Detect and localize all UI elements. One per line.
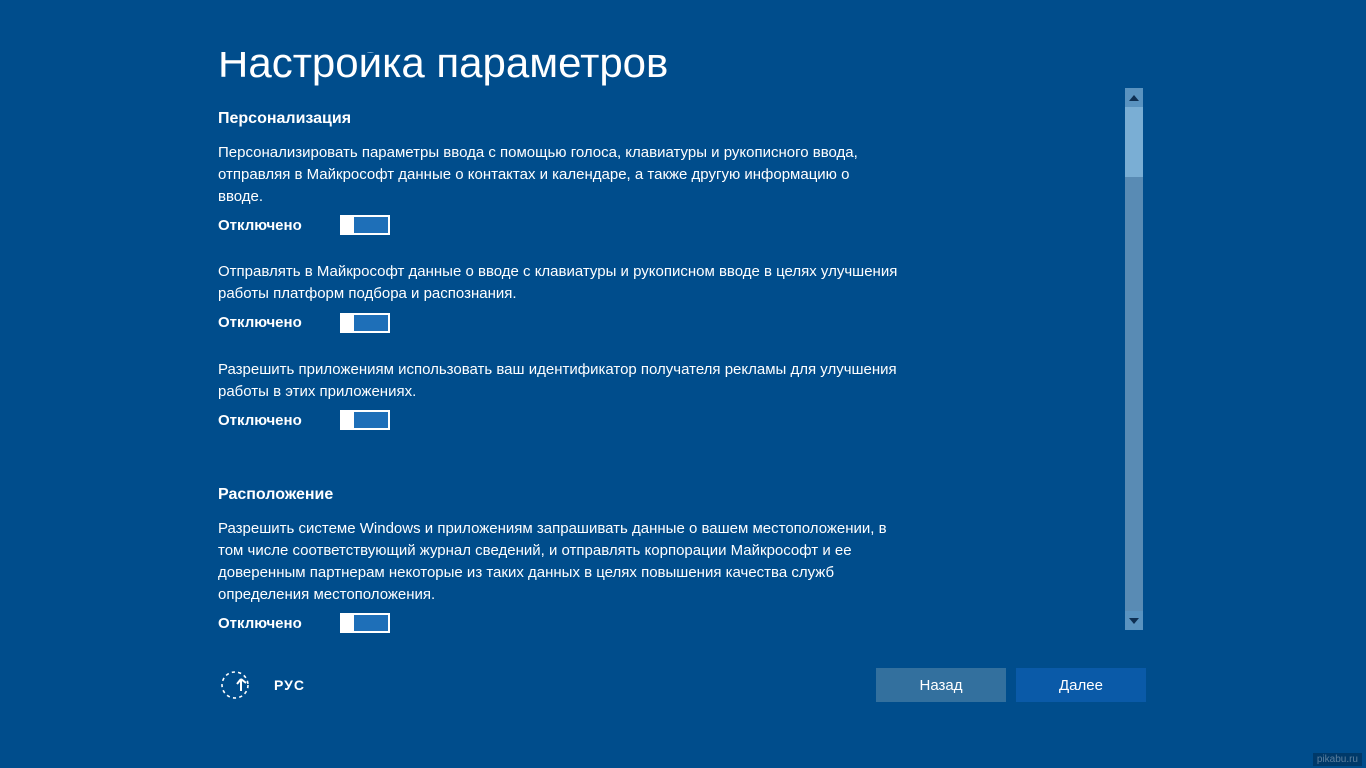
scrollbar-thumb[interactable] [1125, 107, 1143, 177]
toggle-state-label: Отключено [218, 217, 318, 234]
setting-description: Разрешить приложениям использовать ваш и… [218, 359, 898, 403]
scrollbar-up-arrow-icon[interactable] [1125, 88, 1143, 107]
setting-description: Разрешить системе Windows и приложениям … [218, 518, 898, 605]
toggle-thumb [342, 315, 354, 331]
scrollbar-track[interactable] [1125, 107, 1143, 611]
setting-description: Персонализировать параметры ввода с помо… [218, 142, 898, 207]
input-language-indicator[interactable]: РУС [274, 677, 305, 693]
back-button[interactable]: Назад [876, 668, 1006, 702]
setting-item: Разрешить приложениям использовать ваш и… [218, 359, 918, 431]
toggle-switch[interactable] [340, 215, 390, 235]
toggle-switch[interactable] [340, 613, 390, 633]
next-button[interactable]: Далее [1016, 668, 1146, 702]
footer-bar: РУС Назад Далее [218, 668, 1146, 702]
scrollbar-down-arrow-icon[interactable] [1125, 611, 1143, 630]
setting-item: Отправлять в Майкрософт данные о вводе с… [218, 261, 918, 333]
toggle-state-label: Отключено [218, 314, 318, 331]
section-heading-personalization: Персонализация [218, 110, 918, 128]
watermark: pikabu.ru [1313, 753, 1362, 766]
setting-description: Отправлять в Майкрософт данные о вводе с… [218, 261, 898, 305]
setting-item: Персонализировать параметры ввода с помо… [218, 142, 918, 235]
toggle-state-label: Отключено [218, 412, 318, 429]
toggle-switch[interactable] [340, 410, 390, 430]
toggle-switch[interactable] [340, 313, 390, 333]
setting-item: Разрешить системе Windows и приложениям … [218, 518, 918, 633]
toggle-state-label: Отключено [218, 615, 318, 632]
toggle-thumb [342, 412, 354, 428]
settings-scroll-area: Персонализация Персонализировать парамет… [218, 110, 918, 659]
toggle-thumb [342, 217, 354, 233]
ease-of-access-icon[interactable] [218, 668, 252, 702]
toggle-thumb [342, 615, 354, 631]
vertical-scrollbar[interactable] [1125, 88, 1143, 630]
title-crop-overlay [0, 0, 1366, 52]
section-heading-location: Расположение [218, 486, 918, 504]
